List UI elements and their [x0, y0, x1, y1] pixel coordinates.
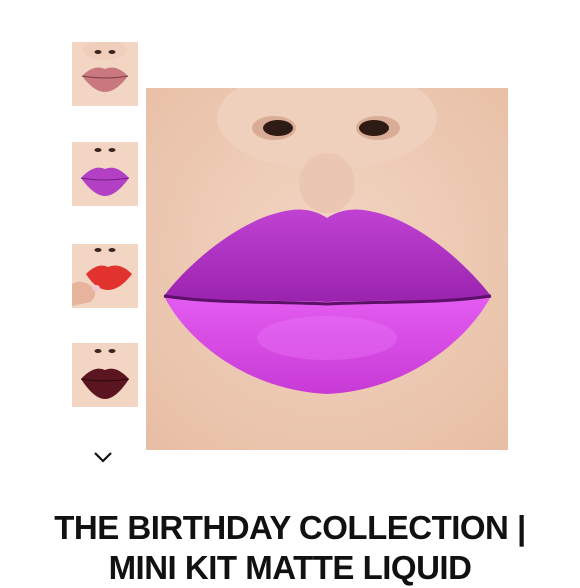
product-title-line-1: THE BIRTHDAY COLLECTION | [54, 509, 526, 546]
thumbnail-red[interactable] [72, 244, 138, 308]
lip-swatch-image [146, 88, 508, 450]
product-hero-image [146, 88, 508, 450]
chevron-down-icon[interactable] [91, 446, 115, 468]
thumbnail-burgundy[interactable] [72, 343, 138, 407]
thumbnail-purple[interactable] [72, 142, 138, 206]
lip-swatch-image [72, 244, 138, 308]
product-title-line-2: MINI KIT MATTE LIQUID [108, 549, 472, 586]
lip-swatch-image [72, 343, 138, 407]
thumbnail-nude-rose[interactable] [72, 42, 138, 106]
lip-swatch-image [72, 42, 138, 106]
product-title: THE BIRTHDAY COLLECTION | MINI KIT MATTE… [0, 508, 580, 588]
lip-swatch-image [72, 142, 138, 206]
